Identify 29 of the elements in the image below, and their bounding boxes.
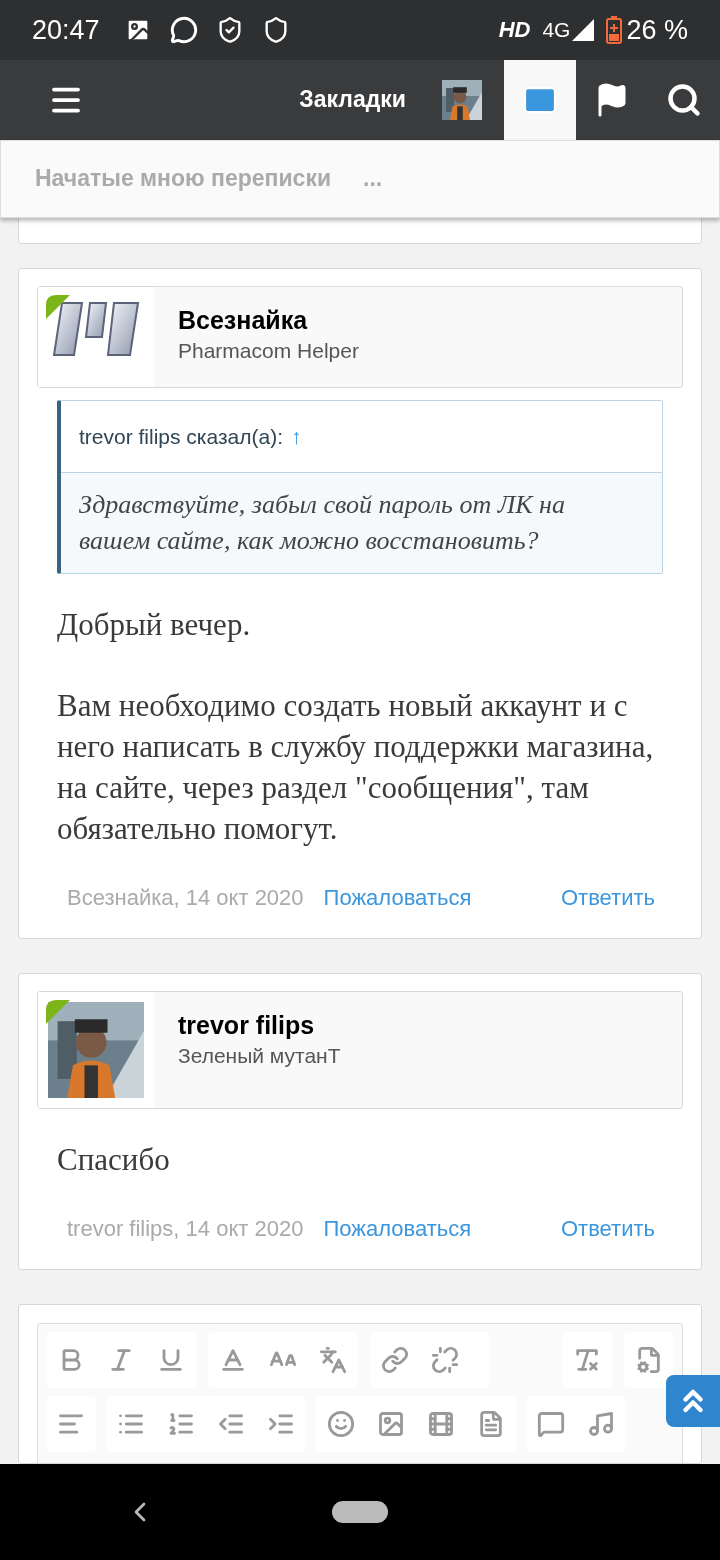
message-paragraph: Вам необходимо создать новый аккаунт и с него написать в службу поддержки магазина, на сайте, через раздел "сообщения", там обязательно помогут.	[57, 687, 655, 848]
reply-link[interactable]: Ответить	[560, 1212, 655, 1245]
user-title: Pharmacom Helper	[178, 337, 359, 364]
home-pill[interactable]	[332, 1501, 388, 1523]
submenu-item[interactable]: Начатые мною переписки	[35, 161, 332, 196]
message-paragraph: Спасибо	[57, 1141, 171, 1179]
quote-text: Здравствуйте, забыл свой пароль от ЛК на вашем сайте, как можно восстановить?	[79, 489, 566, 557]
search-icon	[666, 81, 702, 118]
nav-title[interactable]: Закладки	[299, 82, 406, 117]
reply-link[interactable]: Ответить	[560, 881, 655, 914]
author-name[interactable]: Всезнайка	[178, 302, 359, 337]
report-link[interactable]: Пожаловаться	[323, 1212, 472, 1245]
post-byline: trevor filips, 14 окт 2020	[67, 1215, 304, 1243]
author-name[interactable]: trevor filips	[178, 1008, 341, 1042]
submenu-item[interactable]: ...	[363, 161, 383, 196]
battery-icon	[606, 15, 623, 44]
battery-level: 26 %	[626, 13, 688, 47]
chat-icon	[169, 15, 198, 44]
message-paragraph: Добрый вечер.	[57, 606, 252, 644]
post-byline: Всезнайка, 14 окт 2020	[67, 884, 304, 912]
network-type: 4G	[542, 17, 571, 43]
scroll-top-button[interactable]	[666, 1374, 720, 1427]
signal-icon	[572, 18, 595, 41]
quote-source-link[interactable]: ↑	[291, 420, 302, 452]
user-title: Зеленый мутанТ	[178, 1043, 341, 1069]
report-link[interactable]: Пожаловаться	[323, 881, 472, 914]
quote-attribution: trevor filips сказал(а):	[79, 423, 283, 450]
clock: 20:47	[32, 13, 100, 47]
hd-indicator: HD	[498, 16, 531, 45]
